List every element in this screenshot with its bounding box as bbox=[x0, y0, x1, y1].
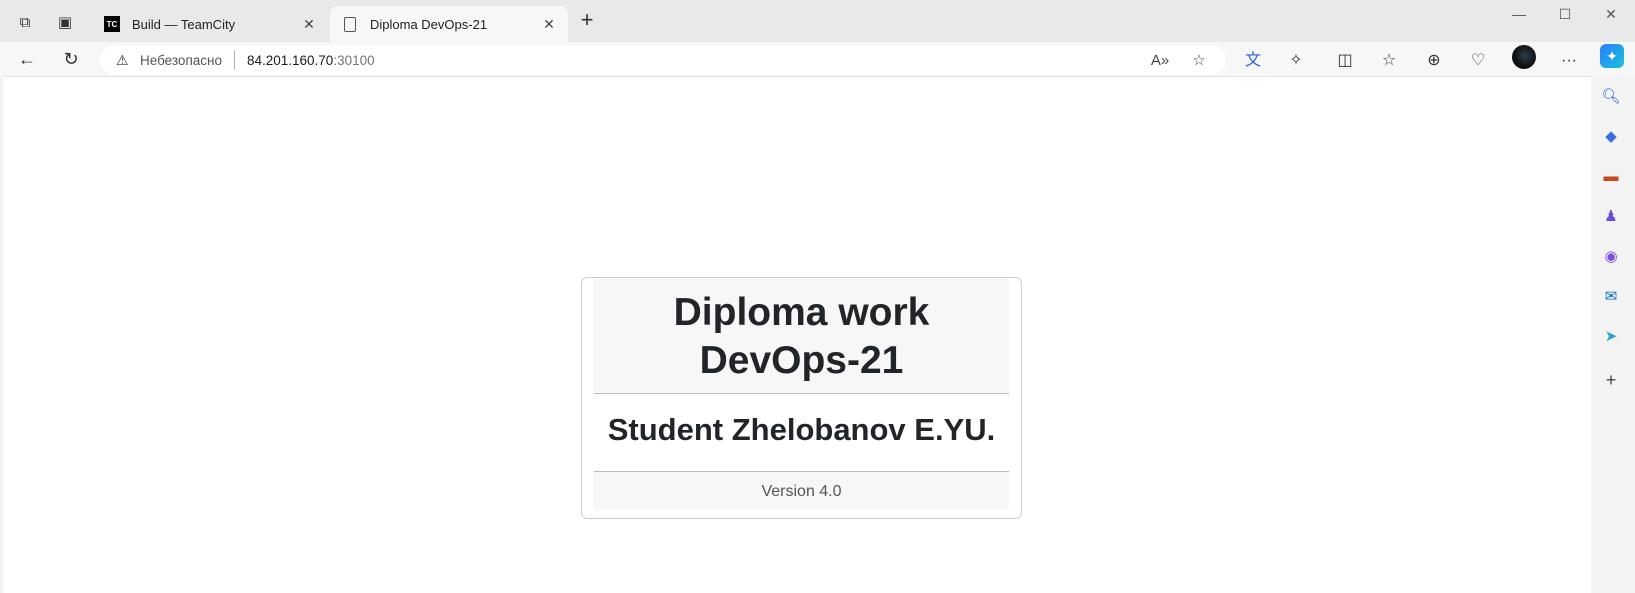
url-host[interactable]: 84.201.160.70 bbox=[247, 53, 333, 68]
tab-title: Diploma DevOps-21 bbox=[370, 16, 488, 32]
back-icon[interactable]: ← bbox=[14, 46, 40, 72]
page-viewport: Diploma work DevOps-21 Student Zhelobano… bbox=[3, 76, 1591, 593]
outlook-icon[interactable]: ✉ bbox=[1599, 285, 1623, 309]
page-icon bbox=[344, 16, 356, 32]
teamcity-icon: TC bbox=[104, 16, 120, 32]
maximize-icon[interactable]: ☐ bbox=[1550, 2, 1580, 26]
read-aloud-icon[interactable]: A» bbox=[1148, 49, 1172, 73]
title-bar: ⧉ ▣ TC Build — TeamCity ✕ Diploma DevOps… bbox=[0, 0, 1635, 42]
card-body: Student Zhelobanov E.YU. bbox=[582, 395, 1021, 471]
info-card: Diploma work DevOps-21 Student Zhelobano… bbox=[581, 277, 1022, 519]
divider bbox=[233, 51, 235, 69]
warning-icon[interactable]: ⚠ bbox=[116, 53, 132, 67]
browser-essentials-icon[interactable]: ♡ bbox=[1466, 49, 1490, 73]
more-menu-icon[interactable]: ··· bbox=[1557, 49, 1581, 73]
favorites-icon[interactable]: ☆ bbox=[1377, 49, 1401, 73]
workspaces-icon[interactable]: ⧉ bbox=[12, 9, 38, 35]
drop-icon[interactable]: ➤ bbox=[1599, 325, 1623, 349]
address-bar[interactable]: ⚠ Небезопасно 84.201.160.70:30100 A» ☆ bbox=[100, 45, 1226, 75]
refresh-icon[interactable]: ↻ bbox=[58, 46, 84, 72]
tools-icon[interactable]: ▬ bbox=[1599, 165, 1623, 189]
split-screen-icon[interactable]: ◫ bbox=[1333, 49, 1357, 73]
add-sidebar-app-icon[interactable]: + bbox=[1599, 368, 1623, 392]
close-icon[interactable]: ✕ bbox=[300, 16, 318, 33]
translate-icon[interactable]: 文 bbox=[1241, 49, 1265, 73]
tab-title: Build — TeamCity bbox=[132, 16, 236, 32]
title-line-2: DevOps-21 bbox=[699, 339, 904, 382]
collections-icon[interactable]: ⊕ bbox=[1422, 49, 1446, 73]
favorite-star-icon[interactable]: ☆ bbox=[1187, 49, 1211, 73]
student-name: Student Zhelobanov E.YU. bbox=[607, 412, 996, 447]
games-icon[interactable]: ♟ bbox=[1599, 205, 1623, 229]
tab-actions-icon[interactable]: ▣ bbox=[52, 9, 78, 35]
minimize-icon[interactable]: — bbox=[1504, 2, 1534, 26]
extensions-icon[interactable]: ✧ bbox=[1284, 49, 1308, 73]
security-label[interactable]: Небезопасно bbox=[140, 53, 222, 68]
tab-diploma[interactable]: Diploma DevOps-21 ✕ bbox=[330, 6, 568, 42]
shopping-tag-icon[interactable]: ◆ bbox=[1599, 125, 1623, 149]
close-icon[interactable]: ✕ bbox=[540, 16, 558, 33]
version-label: Version 4.0 bbox=[594, 471, 1009, 509]
search-icon[interactable]: 🔍︎ bbox=[1599, 85, 1623, 109]
tab-teamcity[interactable]: TC Build — TeamCity ✕ bbox=[92, 6, 328, 42]
browser-toolbar: ← ↻ ⚠ Небезопасно 84.201.160.70:30100 A»… bbox=[0, 42, 1635, 76]
url-port[interactable]: :30100 bbox=[333, 53, 374, 68]
title-line-1: Diploma work bbox=[673, 291, 930, 334]
card-header: Diploma work DevOps-21 bbox=[594, 279, 1009, 394]
window-close-icon[interactable]: ✕ bbox=[1596, 2, 1626, 26]
copilot-icon[interactable]: ✦ bbox=[1600, 44, 1624, 68]
profile-avatar[interactable] bbox=[1512, 45, 1536, 69]
new-tab-icon[interactable]: + bbox=[574, 8, 600, 34]
microsoft-365-icon[interactable]: ◉ bbox=[1599, 245, 1623, 269]
page-title: Diploma work DevOps-21 bbox=[594, 289, 1009, 385]
